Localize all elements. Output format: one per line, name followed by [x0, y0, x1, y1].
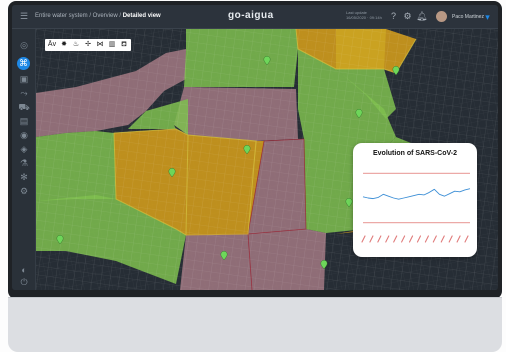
layer-virus-icon[interactable]: ✢	[83, 39, 93, 51]
x-tick-label	[385, 235, 390, 243]
breadcrumb-current: Detailed view	[122, 13, 161, 19]
sidebar-item-profile-icon[interactable]: ◐	[17, 264, 31, 276]
status-info: Last update 16/05/2020 · 09:14h	[346, 10, 382, 20]
app-logo: go-aigua	[228, 10, 274, 21]
x-tick-label	[424, 235, 429, 243]
sidebar-item-sensors-icon[interactable]: ◉	[17, 129, 31, 141]
x-tick-label	[448, 235, 453, 243]
x-tick-label	[369, 235, 374, 243]
layer-sun-icon[interactable]: ✸	[59, 39, 69, 51]
x-tick-label	[456, 235, 461, 243]
x-tick-label	[361, 235, 366, 243]
sidebar-item-map-icon[interactable]: ⌘	[17, 57, 30, 70]
sidebar-item-settings-icon[interactable]: ⚙	[17, 185, 31, 197]
x-tick-label	[401, 235, 406, 243]
top-bar: ☰ Entire water system / Overview / Detai…	[12, 5, 498, 29]
x-tick-label	[408, 235, 414, 243]
sidebar-item-analytics-icon[interactable]: ◈	[17, 143, 31, 155]
sidebar-item-pipes-icon[interactable]: ⤳	[17, 87, 31, 99]
layer-scissor-icon[interactable]: ⋈	[95, 39, 105, 51]
chevron-down-icon[interactable]: ▾	[483, 12, 492, 22]
x-tick-label	[464, 235, 469, 243]
layer-fire-icon[interactable]: ♨	[71, 39, 81, 51]
sidebar-item-home-icon[interactable]: ◎	[17, 39, 31, 51]
line-chart	[361, 172, 471, 243]
x-tick-label	[416, 235, 422, 243]
layer-text-icon[interactable]: Āv	[47, 39, 57, 51]
breadcrumb-path[interactable]: Entire water system / Overview /	[35, 13, 123, 19]
series-line	[362, 188, 471, 200]
layers-toolbar: Āv ✸ ♨ ✢ ⋈ ▥ ⛾	[45, 39, 131, 51]
hamburger-menu-icon[interactable]: ☰	[20, 11, 30, 21]
chart-popup[interactable]: Evolution of SARS-CoV-2	[353, 143, 477, 257]
help-icon[interactable]: ?	[388, 11, 399, 22]
layer-grid-icon[interactable]: ▥	[107, 39, 117, 51]
sidebar-item-reports-icon[interactable]: ▤	[17, 115, 31, 127]
sidebar: ◎ ⌘ ▣ ⤳ ⛟ ▤ ◉ ◈ ⚗ ✻ ⚙ ◐ ⏻	[12, 29, 36, 290]
monitor-mockup: Āv ✸ ♨ ✢ ⋈ ▥ ⛾ ☰ Entire water system / Overvie…	[0, 0, 506, 352]
layer-pump-icon[interactable]: ⛾	[119, 39, 129, 51]
avatar[interactable]	[436, 11, 447, 22]
breadcrumb: Entire water system / Overview / Detaile…	[35, 13, 161, 19]
monitor-chin	[8, 298, 502, 352]
user-name[interactable]: Paco Martinez	[452, 14, 484, 20]
sidebar-item-alerts-icon[interactable]: ✻	[17, 171, 31, 183]
x-tick-label	[377, 235, 382, 243]
sidebar-item-quality-icon[interactable]: ⚗	[17, 157, 31, 169]
x-tick-label	[440, 235, 445, 243]
sidebar-item-vehicle-icon[interactable]: ⛟	[17, 101, 31, 113]
sidebar-item-network-icon[interactable]: ▣	[17, 73, 31, 85]
sidebar-item-logout-icon[interactable]: ⏻	[17, 276, 31, 288]
status-line-2: 16/05/2020 · 09:14h	[346, 15, 382, 20]
gear-icon[interactable]: ⚙	[402, 11, 413, 22]
x-tick-label	[393, 235, 398, 243]
bell-icon[interactable]: 🔔︎	[416, 11, 427, 22]
app-screen: Āv ✸ ♨ ✢ ⋈ ▥ ⛾ ☰ Entire water system / Overvie…	[12, 5, 498, 290]
x-tick-label	[432, 235, 437, 243]
